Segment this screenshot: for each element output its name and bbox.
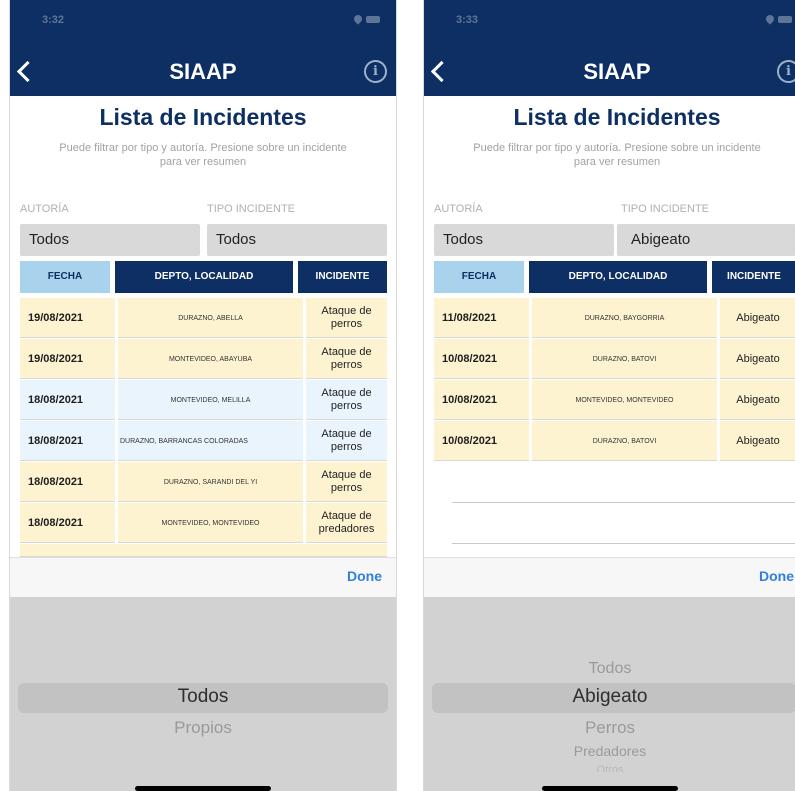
wifi-icon (764, 13, 776, 25)
picker-option[interactable]: Perros (424, 718, 795, 738)
table-row[interactable]: 10/08/2021 DURAZNO, BATOVI Abigeato (434, 339, 795, 379)
phone-screen-left: 3:32 SIAAP i Lista de Incidentes Puede f… (9, 0, 397, 791)
picker-option[interactable]: Predadores (424, 743, 795, 759)
column-header-depto[interactable]: DEPTO, LOCALIDAD (529, 261, 707, 293)
row-date: 18/08/2021 (28, 435, 84, 447)
done-button[interactable]: Done (759, 568, 794, 584)
info-icon[interactable]: i (777, 60, 795, 83)
row-date: 10/08/2021 (442, 353, 498, 365)
row-date: 11/08/2021 (442, 312, 497, 324)
column-header-incidente[interactable]: INCIDENTE (712, 261, 795, 293)
row-location: DURAZNO, BARRANCAS COLORADAS (120, 437, 248, 445)
nav-bar: SIAAP i (424, 48, 795, 96)
autoria-label: AUTORÍA (20, 203, 69, 215)
autoria-label: AUTORÍA (434, 203, 483, 215)
page-subtitle: Puede filtrar por tipo y autoría. Presio… (59, 142, 347, 168)
empty-row-separator (452, 502, 795, 503)
row-date: 19/08/2021 (28, 312, 84, 324)
battery-icon (778, 16, 792, 23)
row-date: 10/08/2021 (442, 394, 498, 406)
table-row[interactable]: 18/08/2021 MONTEVIDEO, MONTEVIDEO Ataque… (20, 503, 387, 543)
row-incident: Ataque de perros (321, 387, 372, 412)
column-header-fecha[interactable]: FECHA (434, 261, 524, 293)
row-date: 18/08/2021 (28, 394, 84, 406)
table-row[interactable]: 18/08/2021 DURAZNO, BARRANCAS COLORADAS … (20, 421, 387, 461)
status-bar: 3:33 (424, 0, 795, 48)
row-incident: Ataque de perros (321, 428, 372, 453)
row-location: DURAZNO, BAYGORRIA (584, 314, 665, 322)
row-location: DURAZNO, BATOVI (592, 437, 657, 445)
status-time: 3:33 (456, 14, 479, 26)
nav-title: SIAAP (169, 59, 237, 84)
done-button[interactable]: Done (347, 568, 382, 584)
tipo-incidente-picker[interactable]: Todos Abigeato Perros Predadores Otros (424, 597, 795, 791)
tipo-incidente-select[interactable]: Todos (207, 224, 387, 256)
row-location: MONTEVIDEO, ABAYUBA (168, 355, 253, 363)
row-location: MONTEVIDEO, MONTEVIDEO (575, 396, 674, 404)
page-title: Lista de Incidentes (99, 104, 307, 130)
table-row[interactable]: 19/08/2021 DURAZNO, ABELLA Ataque de per… (20, 298, 387, 338)
picker-option[interactable]: Todos (424, 660, 795, 678)
picker-option[interactable]: Otros (424, 764, 795, 772)
row-incident: Ataque de perros (321, 305, 372, 330)
wifi-icon (352, 13, 364, 25)
row-incident: Abigeato (736, 352, 780, 365)
battery-icon (366, 16, 380, 23)
status-icons (764, 13, 792, 25)
picker-option[interactable]: Propios (10, 718, 396, 738)
autoria-select[interactable]: Todos (434, 224, 614, 256)
picker-toolbar: Done (424, 557, 795, 598)
row-date: 10/08/2021 (442, 435, 498, 447)
table-row[interactable]: 19/08/2021 MONTEVIDEO, ABAYUBA Ataque de… (20, 339, 387, 379)
row-location: MONTEVIDEO, MONTEVIDEO (161, 519, 260, 527)
nav-bar: SIAAP i (10, 48, 396, 96)
table-row[interactable]: 11/08/2021 DURAZNO, BAYGORRIA Abigeato (434, 298, 795, 338)
status-icons (352, 13, 380, 25)
picker-option-selected[interactable]: Todos (10, 686, 396, 708)
page-title: Lista de Incidentes (513, 104, 721, 130)
row-incident: Ataque de predadores (318, 510, 375, 535)
autoria-picker[interactable]: Todos Propios (10, 597, 396, 791)
row-location: DURAZNO, SARANDI DEL YI (163, 478, 258, 486)
table-row[interactable]: 18/08/2021 MONTEVIDEO, MELILLA Ataque de… (20, 380, 387, 420)
tipo-incidente-label: TIPO INCIDENTE (207, 203, 296, 215)
table-row-partial (20, 544, 387, 557)
table-row[interactable]: 10/08/2021 DURAZNO, BATOVI Abigeato (434, 421, 795, 461)
column-header-incidente[interactable]: INCIDENTE (298, 261, 387, 293)
row-date: 19/08/2021 (28, 353, 84, 365)
row-date: 18/08/2021 (28, 517, 84, 529)
picker-option-selected[interactable]: Abigeato (424, 686, 795, 708)
home-indicator (135, 786, 271, 791)
nav-title: SIAAP (583, 59, 651, 84)
info-icon[interactable]: i (364, 60, 387, 83)
column-header-fecha[interactable]: FECHA (20, 261, 110, 293)
row-date: 18/08/2021 (28, 476, 84, 488)
phone-screen-right: 3:33 SIAAP i Lista de Incidentes Puede f… (423, 0, 795, 791)
row-incident: Ataque de perros (321, 346, 372, 371)
table-row[interactable]: 10/08/2021 MONTEVIDEO, MONTEVIDEO Abigea… (434, 380, 795, 420)
home-indicator (542, 786, 678, 791)
autoria-select[interactable]: Todos (20, 224, 200, 256)
row-incident: Abigeato (736, 434, 780, 447)
row-location: DURAZNO, BATOVI (592, 355, 657, 363)
tipo-incidente-label: TIPO INCIDENTE (621, 203, 710, 215)
row-incident: Abigeato (736, 311, 780, 324)
status-time: 3:32 (42, 14, 65, 26)
row-location: MONTEVIDEO, MELILLA (170, 396, 251, 404)
picker-toolbar: Done (10, 557, 396, 598)
status-bar: 3:32 (10, 0, 396, 48)
empty-row-separator (452, 543, 795, 544)
table-row[interactable]: 18/08/2021 DURAZNO, SARANDI DEL YI Ataqu… (20, 462, 387, 502)
row-incident: Ataque de perros (321, 469, 372, 494)
tipo-incidente-select[interactable]: Abigeato (617, 224, 795, 256)
row-incident: Abigeato (736, 393, 780, 406)
column-header-depto[interactable]: DEPTO, LOCALIDAD (115, 261, 293, 293)
row-location: DURAZNO, ABELLA (178, 314, 243, 322)
page-subtitle: Puede filtrar por tipo y autoría. Presio… (473, 142, 761, 168)
